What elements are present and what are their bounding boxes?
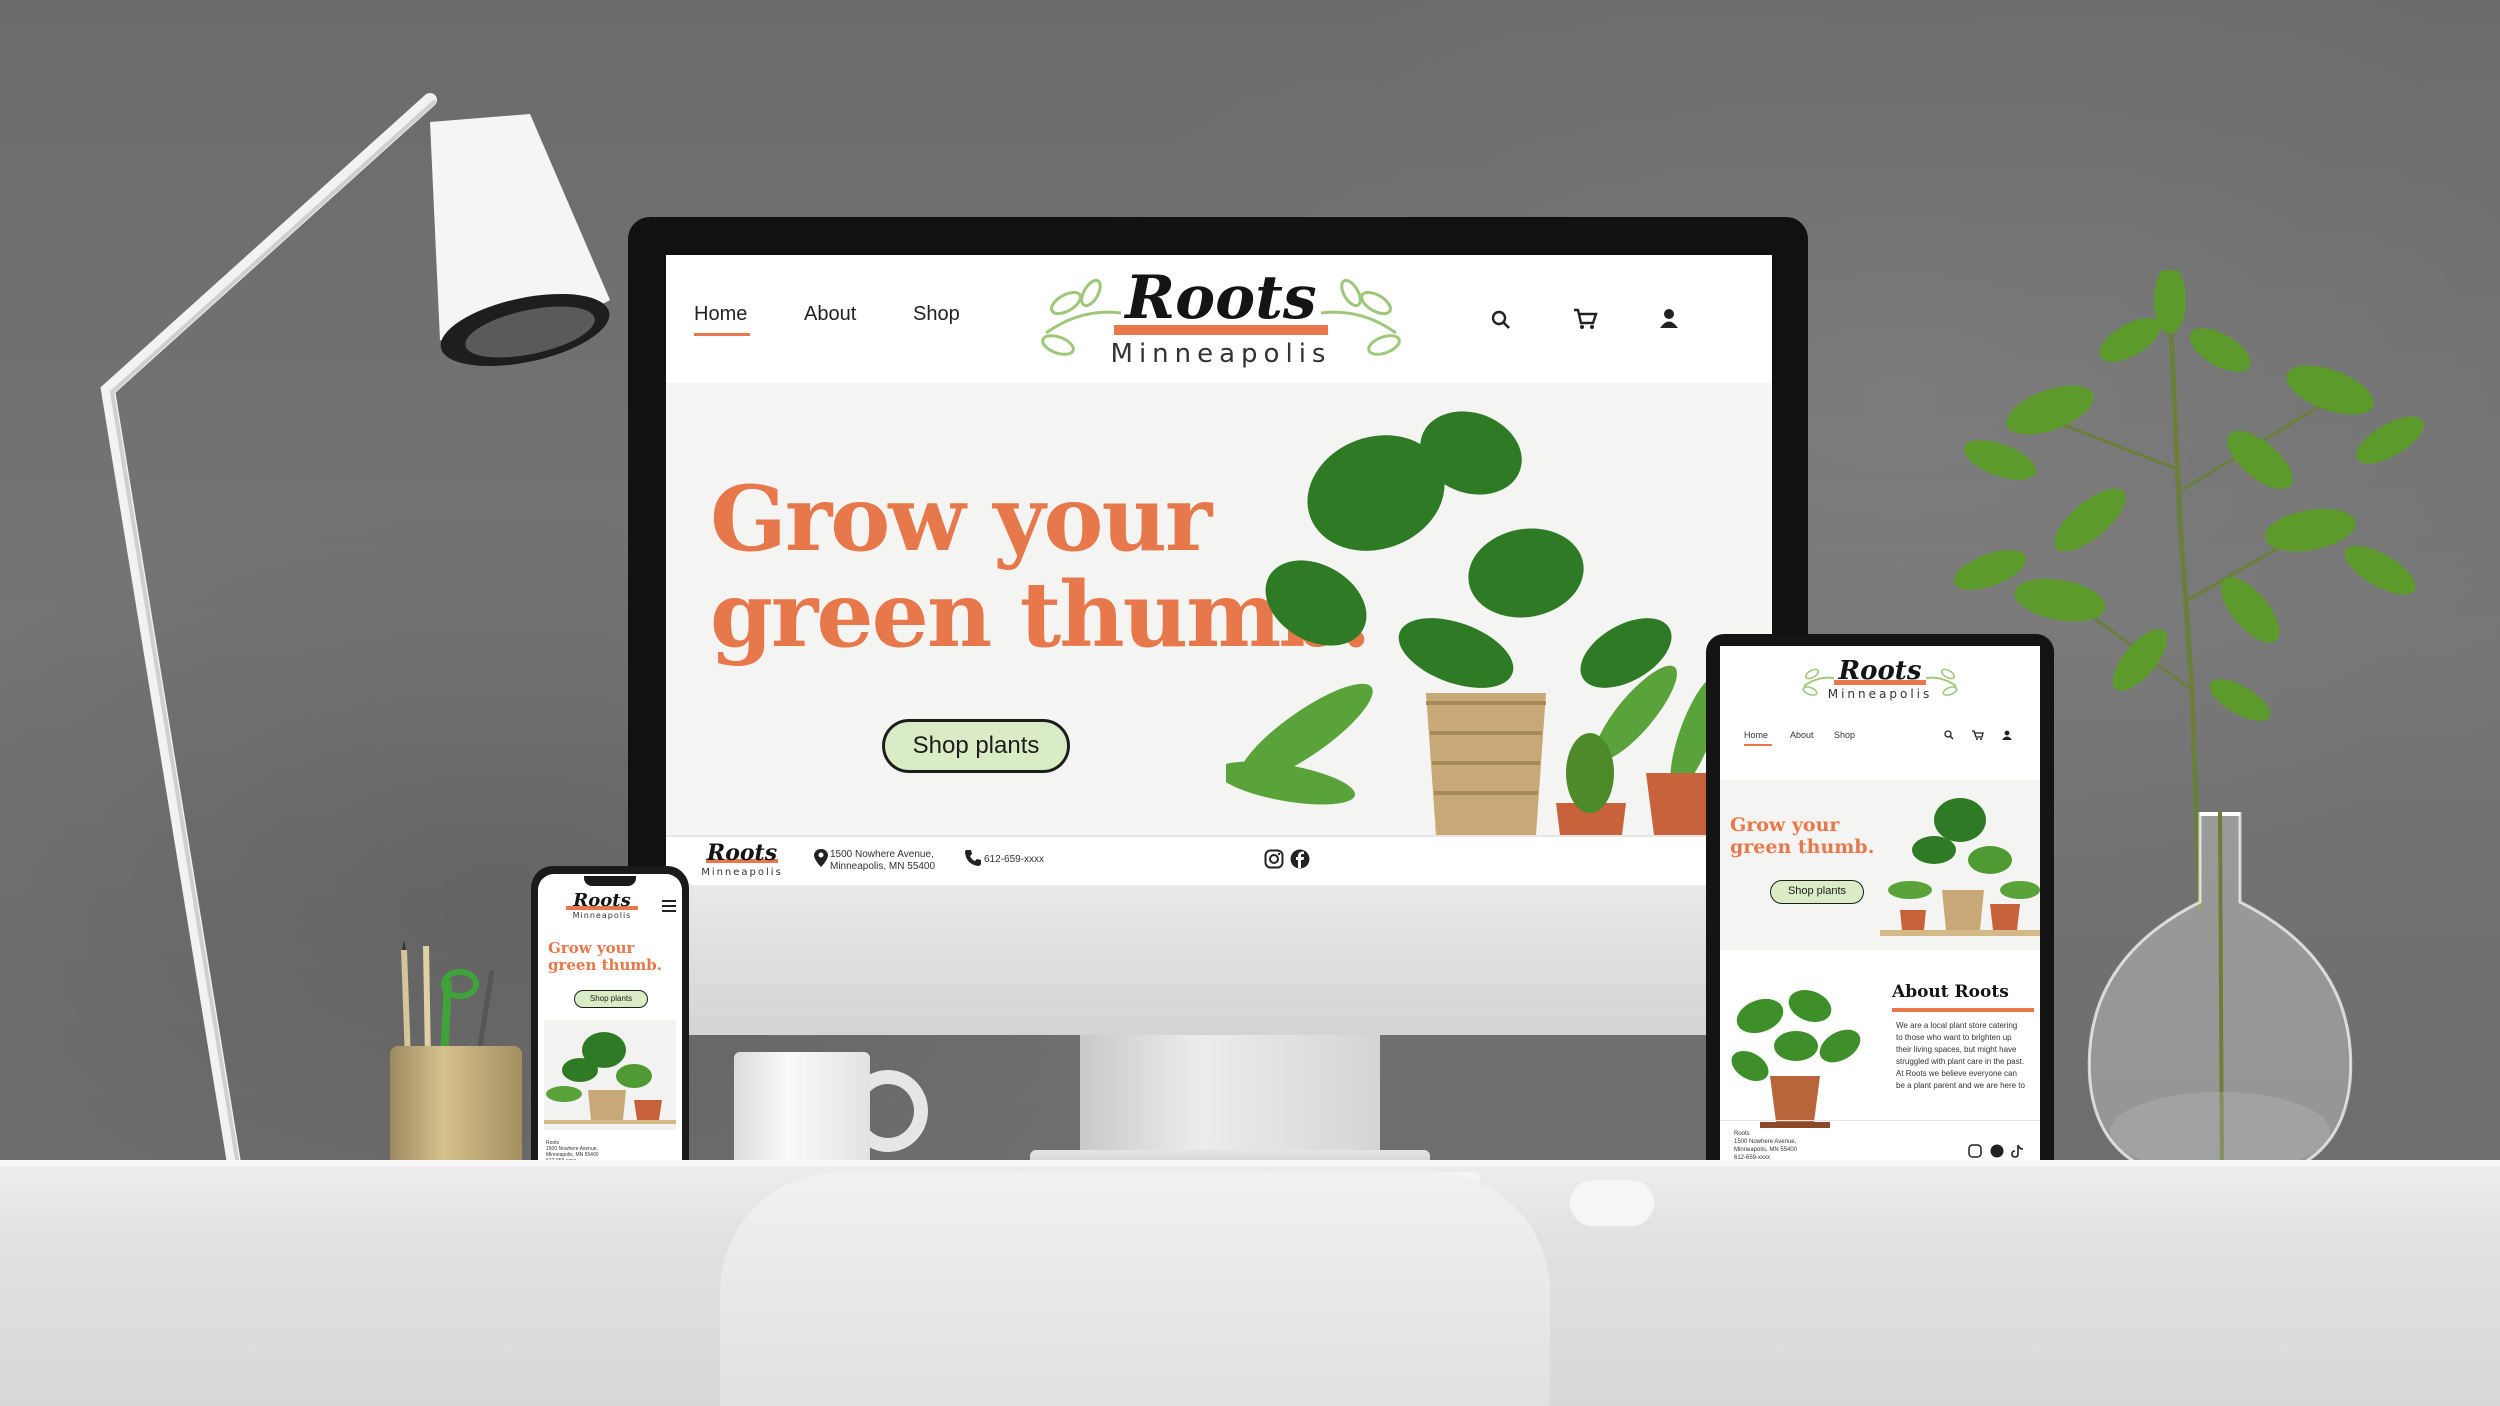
tablet-about-title: About Roots [1892, 982, 2009, 1002]
desktop-website: Home About Shop Roots Minneapolis Grow y… [666, 255, 1772, 885]
desk-edge [0, 1160, 2500, 1166]
site-logo[interactable]: Roots Minneapolis [1036, 263, 1406, 375]
location-pin-icon [814, 849, 828, 867]
tablet-footer-divider [1720, 1120, 2040, 1121]
nav-home[interactable]: Home [694, 303, 747, 326]
tablet-footer-line3: Minneapolis, MN 55400 [1734, 1147, 1798, 1153]
footer-address-line1: 1500 Nowhere Avenue, [830, 849, 934, 860]
nav-active-underline [694, 333, 750, 336]
pencils [401, 940, 495, 1060]
hamburger-menu-icon[interactable] [662, 900, 676, 912]
mobile-logo[interactable]: Roots Minneapolis [552, 890, 652, 922]
tablet-about-underline [1892, 1008, 2034, 1012]
hero-section: Grow your green thumb. Shop plants [666, 383, 1772, 835]
footer-address-line2: Minneapolis, MN 55400 [830, 861, 936, 872]
tablet-hero-headline: Grow your green thumb. [1730, 814, 1874, 858]
tablet-shop-plants-button[interactable]: Shop plants [1770, 880, 1864, 904]
phone-notch [584, 876, 636, 886]
nav-about[interactable]: About [804, 303, 856, 326]
mobile-plants-image [544, 1020, 676, 1130]
footer-logo-title: Roots [706, 840, 778, 866]
mobile-hero-line1: Grow your [548, 939, 635, 957]
tablet-cart-icon[interactable] [1972, 730, 1984, 740]
tablet-about-body: We are a local plant store catering to t… [1896, 1021, 2025, 1090]
mobile-hero-headline: Grow your green thumb. [548, 940, 662, 974]
tablet-nav-underline [1744, 744, 1772, 746]
tablet-hero-line2: green thumb. [1730, 836, 1875, 858]
site-footer: Roots Minneapolis 1500 Nowhere Avenue, M… [666, 835, 1772, 885]
site-header: Home About Shop Roots Minneapolis [666, 255, 1772, 383]
facebook-icon[interactable] [1290, 849, 1310, 869]
mobile-logo-subtitle: Minneapolis [572, 911, 632, 920]
tablet-logo-title: Roots [1838, 656, 1922, 686]
office-chair [720, 1172, 1550, 1406]
nav-shop[interactable]: Shop [913, 303, 960, 326]
tablet-nav-about[interactable]: About [1790, 730, 1814, 740]
tablet-pothos-image [1731, 990, 1861, 1128]
instagram-icon[interactable] [1264, 849, 1284, 869]
footer-logo-subtitle: Minneapolis [701, 867, 783, 878]
shop-plants-button[interactable]: Shop plants [882, 719, 1070, 773]
tablet-footer-line2: 1500 Nowhere Avenue, [1734, 1139, 1797, 1145]
logo-title: Roots [1125, 263, 1317, 333]
mobile-logo-title: Roots [573, 890, 631, 911]
footer-address: 1500 Nowhere Avenue, Minneapolis, MN 554… [830, 849, 935, 873]
glass-vase [2087, 812, 2353, 1182]
phone-icon [965, 850, 981, 866]
tablet-user-icon[interactable] [2002, 730, 2012, 740]
tablet-plants-image [1880, 798, 2040, 936]
tablet-footer-line1: Roots [1734, 1131, 1750, 1137]
tablet-search-icon[interactable] [1944, 730, 1954, 740]
tablet-hero-line1: Grow your [1730, 814, 1840, 836]
mobile-hero-line2: green thumb. [548, 956, 662, 974]
cart-icon[interactable] [1572, 307, 1598, 331]
plants-hero-image [1226, 411, 1746, 835]
mobile-shop-plants-button[interactable]: Shop plants [574, 990, 648, 1008]
search-icon[interactable] [1490, 309, 1512, 331]
mouse [1570, 1180, 1654, 1226]
footer-phone: 612-659-xxxx [984, 854, 1045, 865]
logo-subtitle: Minneapolis [1110, 339, 1332, 369]
tablet-nav-home[interactable]: Home [1744, 730, 1768, 740]
desk-scene: Home About Shop Roots Minneapolis Grow y… [0, 0, 2500, 1406]
tablet-nav-shop[interactable]: Shop [1834, 730, 1855, 740]
user-icon[interactable] [1658, 307, 1680, 329]
mobile-website: Roots Minneapolis Grow your green thumb.… [538, 874, 682, 1184]
tablet-social-icons [1968, 1144, 2024, 1158]
footer-logo[interactable]: Roots Minneapolis [692, 841, 792, 883]
tablet-website: Roots Minneapolis Home About Shop Grow y… [1720, 646, 2040, 1178]
tablet-logo-subtitle: Minneapolis [1827, 687, 1933, 701]
tablet-hero-section: Grow your green thumb. Shop plants [1720, 780, 2040, 950]
tablet-footer-info: Roots 1500 Nowhere Avenue, Minneapolis, … [1734, 1130, 1797, 1162]
monitor-chin [628, 885, 1808, 1035]
tablet-logo[interactable]: Roots Minneapolis [1800, 656, 1960, 702]
